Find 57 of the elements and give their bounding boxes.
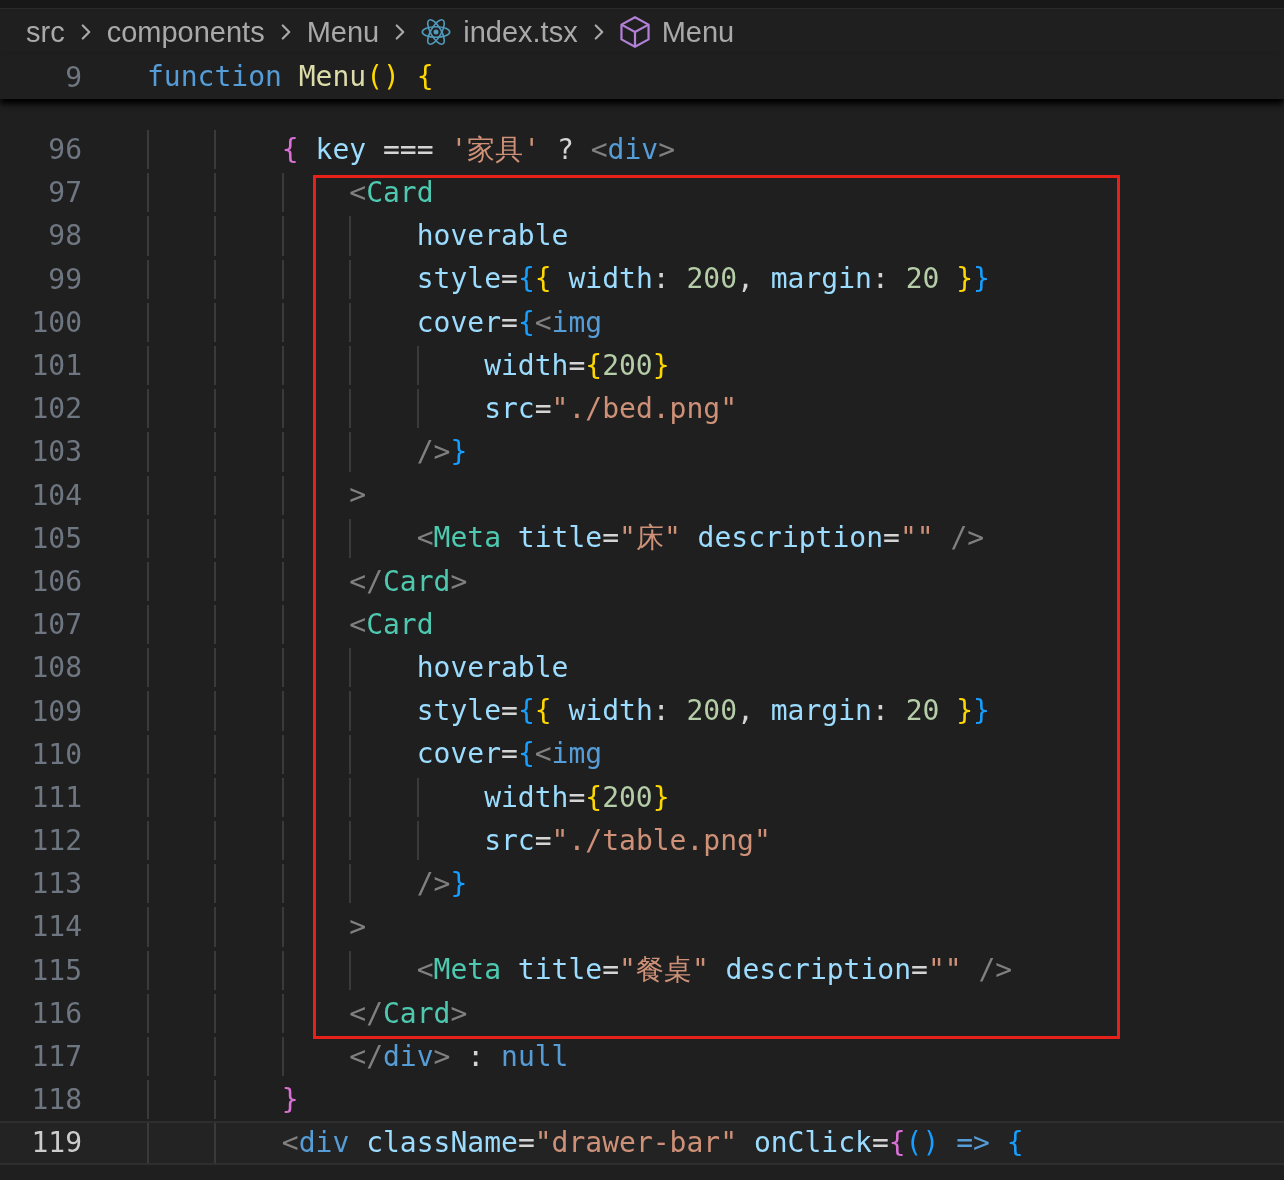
breadcrumb-item[interactable]: Menu [661, 15, 735, 49]
line-number: 107 [30, 608, 82, 642]
code-line: />} [415, 435, 468, 469]
line-number: 115 [30, 953, 82, 987]
line-number: 116 [30, 996, 82, 1030]
code-line: width={200} [483, 780, 670, 815]
code-line: cover={<img [415, 737, 603, 771]
line-number: 114 [30, 910, 82, 944]
breadcrumb-item[interactable]: src [26, 15, 65, 49]
code-line: hoverable [415, 651, 569, 685]
line-number: 112 [30, 824, 82, 858]
line-number: 117 [30, 1040, 82, 1074]
code-line: <Meta title="床" description="" /> [415, 521, 985, 556]
line-number: 103 [30, 435, 82, 469]
code-line: { key === '家具' ? <div> [280, 132, 676, 167]
line-number: 102 [30, 392, 82, 426]
line-number: 108 [30, 651, 82, 685]
code-line: </Card> [348, 996, 468, 1031]
line-number: 9 [64, 60, 82, 94]
code-line: hoverable [415, 219, 569, 253]
line-number: 118 [30, 1083, 82, 1117]
code-line: cover={<img [415, 305, 603, 340]
line-number: 105 [30, 521, 82, 555]
code-line: > [348, 910, 367, 944]
line-number: 109 [30, 694, 82, 728]
line-number: 106 [30, 564, 82, 598]
code-line: width={200} [483, 348, 670, 383]
react-atom-icon [421, 18, 452, 46]
code-line: style={{ width: 200, margin: 20 }} [415, 694, 990, 728]
code-line: <div className="drawer-bar" onClick={() => { [280, 1126, 1024, 1160]
code-line: } [280, 1082, 299, 1117]
sticky-code-line: function Menu() { [147, 60, 434, 94]
cube-icon [619, 16, 650, 48]
code-line: <Card [348, 176, 434, 210]
line-number: 110 [30, 737, 82, 771]
code-line: </Card> [348, 564, 468, 599]
line-number: 113 [30, 867, 82, 901]
line-number: 111 [30, 780, 82, 814]
code-line: </div> : null [348, 1039, 569, 1074]
code-line: src="./table.png" [483, 823, 771, 858]
line-number: 96 [47, 133, 82, 167]
line-number: 104 [30, 478, 82, 512]
breadcrumb-item[interactable]: Menu [306, 15, 380, 49]
line-number: 100 [30, 305, 82, 339]
breadcrumb-item[interactable]: components [106, 15, 265, 49]
code-line: <Meta title="餐桌" description="" /> [415, 953, 1013, 987]
code-line: src="./bed.png" [483, 391, 738, 426]
code-line: style={{ width: 200, margin: 20 }} [415, 262, 990, 296]
line-number: 119 [30, 1126, 82, 1160]
line-number: 98 [47, 219, 82, 253]
line-number: 97 [47, 176, 82, 210]
line-number: 101 [30, 349, 82, 383]
code-line: <Card [348, 607, 434, 642]
code-line: > [348, 478, 367, 512]
breadcrumb-item[interactable]: index.tsx [463, 15, 578, 49]
line-number: 99 [47, 262, 82, 296]
code-line: />} [415, 867, 468, 901]
